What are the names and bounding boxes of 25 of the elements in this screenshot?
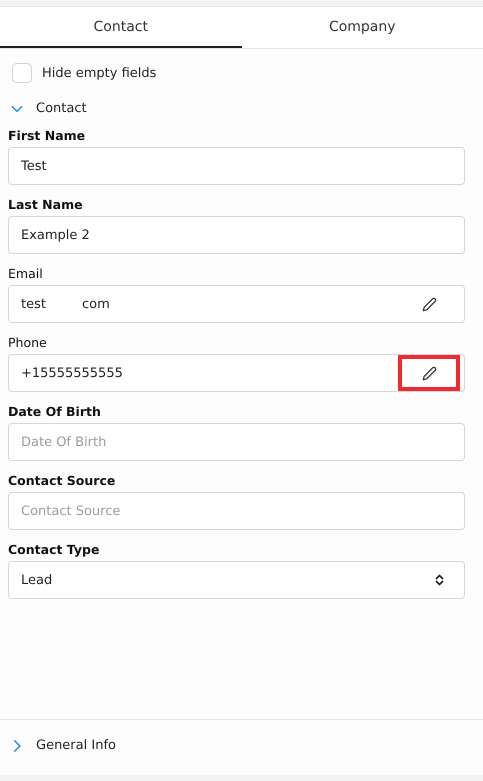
field-label: Contact Source bbox=[8, 473, 116, 488]
field-label: Last Name bbox=[8, 197, 84, 212]
field-label: Email bbox=[8, 266, 44, 281]
pencil-icon bbox=[422, 366, 436, 380]
section-header[interactable]: General Info bbox=[0, 728, 126, 765]
field-value: test bbox=[21, 296, 46, 312]
edit-button[interactable] bbox=[398, 355, 460, 391]
text-field[interactable]: Date Of Birth bbox=[8, 423, 465, 461]
text-field[interactable]: test com bbox=[8, 285, 465, 323]
checkbox-label: Hide empty fields bbox=[42, 66, 156, 80]
select-field[interactable]: Lead bbox=[8, 561, 465, 599]
text-field[interactable]: Test bbox=[8, 147, 465, 185]
pencil-icon bbox=[422, 296, 436, 312]
field-label: Date Of Birth bbox=[8, 404, 102, 419]
field-label: Contact Type bbox=[8, 542, 100, 557]
text-field[interactable]: Example 2 bbox=[8, 216, 465, 254]
field-label: Phone bbox=[8, 335, 48, 350]
sort-arrows-icon bbox=[435, 574, 444, 586]
checkbox[interactable] bbox=[12, 63, 32, 83]
field-value: +15555555555 bbox=[21, 366, 123, 380]
field-value: com bbox=[82, 296, 110, 312]
section-header[interactable]: Contact bbox=[0, 91, 483, 128]
text-field[interactable]: Contact Source bbox=[8, 492, 465, 530]
field-label: First Name bbox=[8, 128, 86, 143]
text-field[interactable]: +15555555555 bbox=[8, 354, 465, 392]
